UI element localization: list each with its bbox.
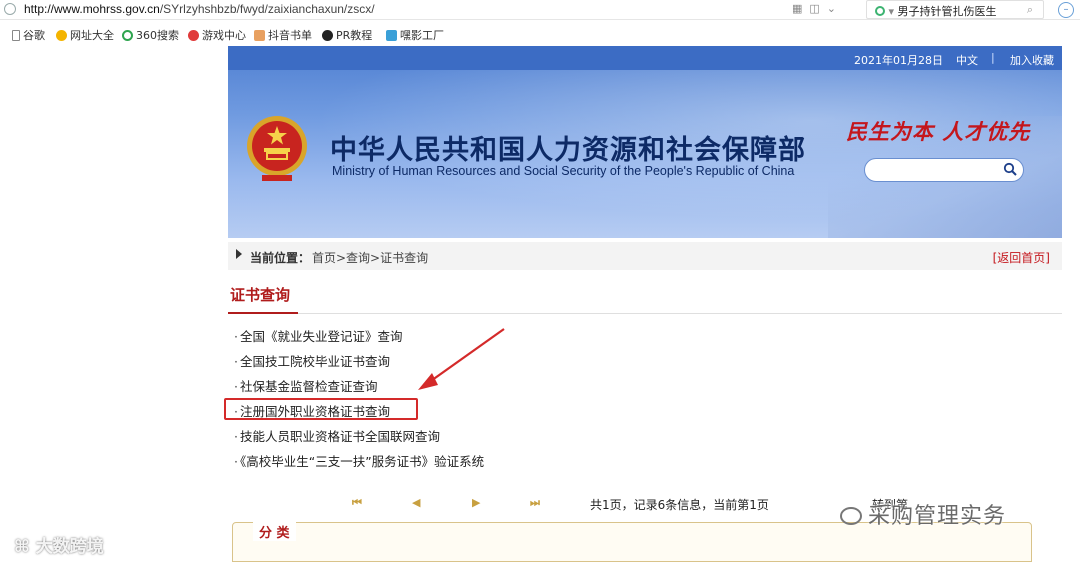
breadcrumb: 当前位置： 首页>查询>证书查询 [返回首页] [228,242,1062,270]
bookmark-douyin[interactable]: 抖音书单 [254,27,312,43]
360-search-icon [875,6,885,16]
list-item[interactable]: · 技能人员职业资格证书全国联网查询 [234,426,440,445]
360-icon [122,30,133,41]
browser-search-box[interactable]: ▾ 男子持针管扎伤医生 ⌕ [866,0,1044,19]
list-item[interactable]: · 社保基金监督检查证查询 [234,376,378,395]
bookmark-google[interactable]: 谷歌 [12,27,45,43]
pr-icon [322,30,333,41]
game-center-icon [188,30,199,41]
national-emblem-icon [247,116,307,181]
watermark-right: 采购管理实务 [840,498,1006,530]
add-favorite-link[interactable]: 加入收藏 [1010,52,1054,68]
page-title-en: Ministry of Human Resources and Social S… [332,164,795,178]
page-icon [12,30,20,41]
browser-search-text: 男子持针管扎伤医生 [897,5,997,18]
section-divider [228,313,1062,314]
language-link[interactable]: 中文 [956,52,978,68]
top-strip: 2021年01月28日 中文 | 加入收藏 [228,46,1062,70]
header-banner: 2021年01月28日 中文 | 加入收藏 中华人民共和国人力资源和社会保障部 … [228,46,1062,238]
bookmark-games[interactable]: 游戏中心 [188,27,246,43]
search-icon[interactable] [1003,162,1017,176]
site-search-input[interactable] [864,158,1024,182]
site-nav-icon [56,30,67,41]
section-title-underline [228,312,298,314]
book-icon [254,30,265,41]
slogan-text: 民生为本 人才优先 [846,119,1031,144]
address-bar[interactable]: http://www.mohrss.gov.cn/SYrlzyhshbzb/fw… [0,0,1080,20]
back-home-link[interactable]: [返回首页] [993,249,1050,266]
globe-icon [4,3,16,15]
search-icon[interactable]: ⌕ [1027,3,1033,17]
breadcrumb-label: 当前位置： [250,251,311,265]
highlight-box [224,398,418,420]
annotation-arrow-icon [418,328,505,390]
bookmark-pr[interactable]: PR教程 [322,27,372,43]
watermark-left: ⌘ 大数跨境 [14,537,104,557]
page-title-cn: 中华人民共和国人力资源和社会保障部 [330,135,806,166]
section-title: 证书查询 [230,286,291,304]
list-item[interactable]: · 全国技工院校毕业证书查询 [234,351,390,370]
wechat-icon [840,507,862,525]
toolbar-icons[interactable]: ▦ ◫ ⌄ [792,2,836,15]
date-text: 2021年01月28日 [854,54,943,67]
first-page-button[interactable]: ⏮ [352,496,362,510]
prev-page-button[interactable]: ◀ [412,496,420,509]
divider: | [991,51,995,64]
bookmarks-bar: 谷歌 网址大全 360搜索 游戏中心 抖音书单 PR教程 嘿影工厂 [0,24,1080,44]
url-text[interactable]: http://www.mohrss.gov.cn/SYrlzyhshbzb/fw… [24,2,375,16]
browser-menu-icon[interactable]: – [1058,2,1074,18]
breadcrumb-path[interactable]: 首页>查询>证书查询 [312,249,428,266]
bookmark-site-nav[interactable]: 网址大全 [56,27,114,43]
bookmark-360[interactable]: 360搜索 [122,27,179,43]
list-item[interactable]: · 全国《就业失业登记证》查询 [234,326,403,345]
next-page-button[interactable]: ▶ [472,496,480,509]
heiying-icon [386,30,397,41]
bookmark-heiying[interactable]: 嘿影工厂 [386,27,444,43]
pager-info: 共1页，记录6条信息，当前第1页 [590,498,769,512]
triangle-right-icon [236,249,242,259]
category-label: 分 类 [253,522,296,541]
last-page-button[interactable]: ⏭ [530,496,540,510]
list-item[interactable]: · 《高校毕业生“三支一扶”服务证书》验证系统 [234,451,484,470]
